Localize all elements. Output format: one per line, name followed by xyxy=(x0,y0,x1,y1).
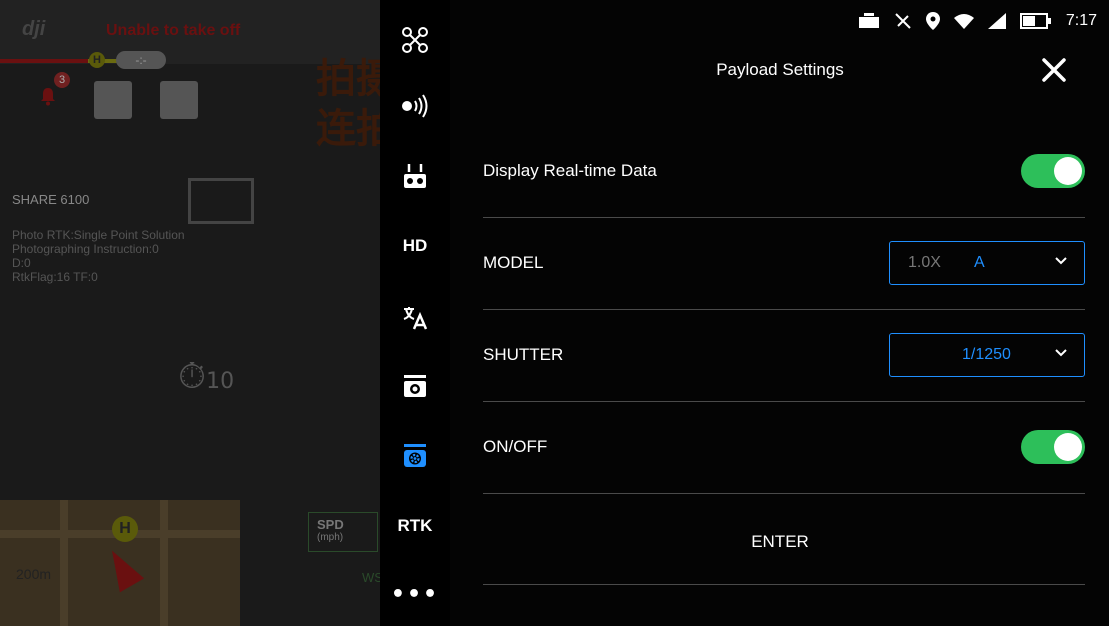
menu-rtk[interactable]: RTK xyxy=(380,498,450,554)
system-status-bar: 7:17 xyxy=(858,12,1097,30)
onoff-row: ON/OFF xyxy=(483,401,1085,494)
beacon-button[interactable] xyxy=(160,81,198,119)
wifi-icon xyxy=(953,14,974,29)
realtime-data-row: Display Real-time Data xyxy=(483,125,1085,218)
dji-logo: dji xyxy=(22,18,46,40)
home-marker: H xyxy=(89,52,105,68)
map-road xyxy=(60,500,68,626)
battery-icon xyxy=(1019,13,1051,29)
aircraft-icon xyxy=(402,27,428,53)
toggle-knob xyxy=(1054,433,1082,461)
info-line: D:0 xyxy=(12,256,31,270)
menu-hd[interactable]: HD xyxy=(380,218,450,274)
takeoff-status: Unable to take off xyxy=(106,22,241,39)
onoff-toggle[interactable] xyxy=(1021,430,1085,464)
info-line: Photographing Instruction:0 xyxy=(12,242,159,256)
signal-icon xyxy=(402,94,428,118)
battery-bar xyxy=(0,59,88,63)
remote-controller-icon xyxy=(404,164,426,188)
shutter-row: SHUTTER 1/1250 xyxy=(483,309,1085,402)
realtime-data-toggle[interactable] xyxy=(1021,154,1085,188)
flight-time-pill: -:- xyxy=(116,51,166,69)
timer-icon: ⏱10 xyxy=(178,356,235,397)
map-home-marker: H xyxy=(112,516,138,542)
payload-settings-icon xyxy=(404,444,426,467)
timer-label: 10 xyxy=(206,369,235,394)
enter-button[interactable]: ENTER xyxy=(450,532,1109,552)
frame-icon xyxy=(188,178,254,224)
cast-icon xyxy=(858,13,879,28)
onoff-label: ON/OFF xyxy=(483,437,548,456)
shutter-select[interactable]: 1/1250 xyxy=(889,333,1085,377)
shutter-label: SHUTTER xyxy=(483,345,564,364)
divider xyxy=(483,584,1085,585)
model-value: A xyxy=(974,254,985,271)
speed-indicator: SPD (mph) xyxy=(308,512,378,552)
chevron-down-icon xyxy=(1055,349,1067,357)
chevron-down-icon xyxy=(1055,257,1067,265)
notification-badge: 3 xyxy=(54,72,70,88)
map-scale: 200m xyxy=(16,566,52,582)
info-line: RtkFlag:16 TF:0 xyxy=(12,270,98,284)
model-select[interactable]: 1.0X A xyxy=(889,241,1085,285)
menu-signal[interactable] xyxy=(380,78,450,134)
camera-icon xyxy=(404,375,426,397)
model-label: MODEL xyxy=(483,253,544,272)
clock-time: 7:17 xyxy=(1065,12,1097,29)
location-icon xyxy=(925,12,940,30)
menu-more[interactable]: ••• xyxy=(380,566,450,622)
device-name: SHARE 6100 xyxy=(12,192,90,207)
menu-camera[interactable] xyxy=(380,358,450,414)
realtime-data-label: Display Real-time Data xyxy=(483,161,657,180)
menu-remote-controller[interactable] xyxy=(380,148,450,204)
info-line: Photo RTK:Single Point Solution xyxy=(12,228,185,242)
hd-label: HD xyxy=(402,236,428,255)
notification-off-icon xyxy=(895,13,911,29)
close-icon[interactable] xyxy=(1036,52,1072,88)
bell-icon[interactable] xyxy=(38,86,58,106)
gimbal-button[interactable] xyxy=(94,81,132,119)
rtk-label: RTK xyxy=(397,516,433,535)
more-icon: ••• xyxy=(390,581,440,607)
menu-translate[interactable] xyxy=(380,290,450,346)
model-row: MODEL 1.0X A xyxy=(483,217,1085,310)
menu-aircraft[interactable] xyxy=(380,12,450,68)
shutter-value: 1/1250 xyxy=(962,346,1011,363)
panel-title: Payload Settings xyxy=(716,60,844,79)
translate-icon xyxy=(403,307,428,330)
model-zoom-prefix: 1.0X xyxy=(908,254,941,271)
settings-side-menu: HD RTK ••• xyxy=(380,0,450,626)
payload-settings-panel: 7:17 Payload Settings Display Real-time … xyxy=(450,0,1109,626)
speed-unit: (mph) xyxy=(317,532,344,543)
cellular-signal-icon xyxy=(987,13,1006,29)
menu-payload-settings[interactable] xyxy=(380,428,450,484)
speed-label: SPD xyxy=(317,517,344,532)
map-road xyxy=(160,500,168,626)
telemetry-info: Photo RTK:Single Point Solution Photogra… xyxy=(12,228,185,284)
toggle-knob xyxy=(1054,157,1082,185)
